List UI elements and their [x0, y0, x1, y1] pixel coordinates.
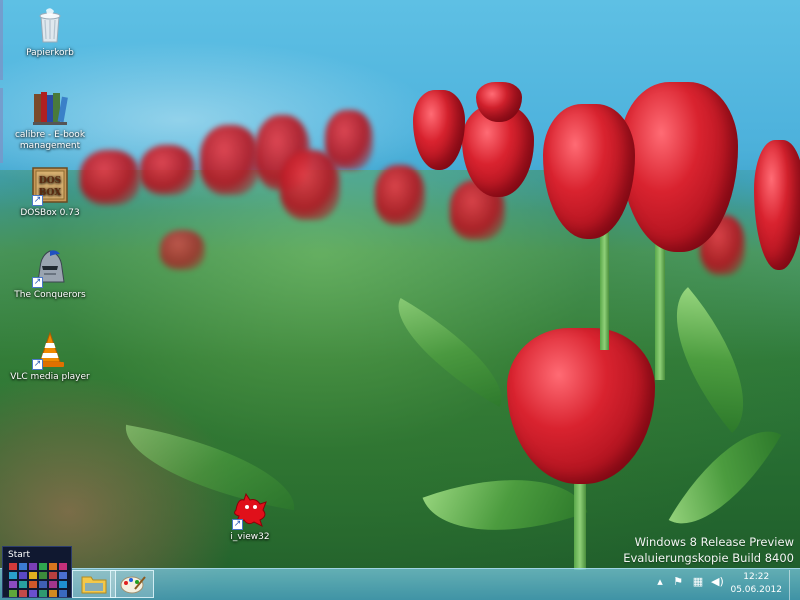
calibre-books-icon — [30, 88, 70, 128]
clock[interactable]: 12:22 05.06.2012 — [730, 571, 782, 597]
start-tile-square — [19, 563, 27, 570]
shortcut-arrow-icon: ↗ — [232, 519, 243, 530]
edge-mark — [0, 88, 3, 163]
windows-watermark: Windows 8 Release Preview Evaluierungsko… — [623, 534, 794, 566]
start-tile-square — [19, 590, 27, 597]
desktop-icon-vlc[interactable]: ↗ VLC media player — [8, 330, 92, 383]
start-tile-square — [9, 572, 17, 579]
watermark-line: Windows 8 Release Preview — [634, 535, 794, 549]
network-icon[interactable]: ▦ — [692, 576, 704, 588]
start-tile-square — [59, 572, 67, 579]
clock-date: 05.06.2012 — [730, 585, 782, 595]
desktop-icon-i-view32[interactable]: ↗ i_view32 — [208, 490, 292, 543]
start-tile-square — [29, 563, 37, 570]
start-tile-square — [39, 590, 47, 597]
desktop-icon-label: Papierkorb — [26, 48, 74, 58]
start-tile-square — [29, 590, 37, 597]
dosbox-icon: DOS BOX ↗ — [30, 166, 70, 206]
desktop-icon-the-conquerors[interactable]: ↗ The Conquerors — [8, 248, 92, 301]
shortcut-arrow-icon: ↗ — [32, 277, 43, 288]
clock-time: 12:22 — [743, 572, 770, 582]
watermark-line: Evaluierungskopie Build 8400 — [623, 551, 794, 565]
shortcut-arrow-icon: ↗ — [32, 195, 43, 206]
start-tile-square — [9, 563, 17, 570]
svg-text:DOS: DOS — [39, 176, 61, 186]
start-tile-square — [49, 563, 57, 570]
speaker-icon[interactable]: ◀) — [711, 576, 724, 588]
paint-palette-icon — [120, 576, 146, 594]
wallpaper-tulip — [140, 145, 195, 195]
start-tile-square — [59, 590, 67, 597]
vlc-cone-icon: ↗ — [30, 330, 70, 370]
start-tile-square — [39, 563, 47, 570]
start-tile-square — [19, 581, 27, 588]
desktop-icon-label: calibre - E-book management — [14, 130, 86, 151]
wallpaper-tulip — [200, 125, 260, 195]
desktop-icon-label: DOSBox 0.73 — [20, 208, 80, 218]
desktop-icon-label: VLC media player — [10, 372, 90, 382]
wallpaper-leaf — [668, 407, 782, 548]
start-tile-square — [59, 563, 67, 570]
start-tile-square — [19, 572, 27, 579]
start-tile-square — [9, 581, 17, 588]
show-hidden-icons-icon[interactable]: ▴ — [654, 576, 666, 588]
wallpaper-tulip — [160, 230, 205, 270]
start-tiles-preview — [9, 563, 69, 597]
start-tile-square — [39, 572, 47, 579]
desktop-icon-papierkorb[interactable]: Papierkorb — [8, 6, 92, 59]
desktop-icon-label: i_view32 — [230, 532, 270, 542]
start-tile-square — [49, 590, 57, 597]
irfanview-cat-icon: ↗ — [230, 490, 270, 530]
knight-helmet-icon: ↗ — [30, 248, 70, 288]
taskbar-paint[interactable] — [110, 570, 154, 598]
start-tile-square — [49, 581, 57, 588]
wallpaper-tulip — [375, 165, 425, 225]
wallpaper-tulip — [325, 110, 373, 170]
start-label: Start — [8, 550, 30, 560]
edge-mark — [0, 0, 3, 80]
start-button[interactable]: Start — [2, 546, 72, 598]
start-tile-square — [49, 572, 57, 579]
desktop-icon-calibre[interactable]: calibre - E-book management — [8, 88, 92, 152]
folder-icon — [81, 576, 107, 594]
start-tile-square — [9, 590, 17, 597]
show-desktop-button[interactable] — [789, 570, 800, 600]
start-tile-square — [29, 581, 37, 588]
shortcut-arrow-icon: ↗ — [32, 359, 43, 370]
desktop-icon-label: The Conquerors — [14, 290, 86, 300]
start-tile-square — [39, 581, 47, 588]
desktop-icon-dosbox[interactable]: DOS BOX ↗ DOSBox 0.73 — [8, 166, 92, 219]
wallpaper-leaf — [378, 298, 522, 407]
start-tile-square — [29, 572, 37, 579]
start-tile-square — [59, 581, 67, 588]
recycle-bin-icon — [30, 6, 70, 46]
flag-icon[interactable]: ⚑ — [672, 576, 684, 588]
desktop[interactable]: Papierkorb calibre - E-book management D… — [0, 0, 800, 600]
